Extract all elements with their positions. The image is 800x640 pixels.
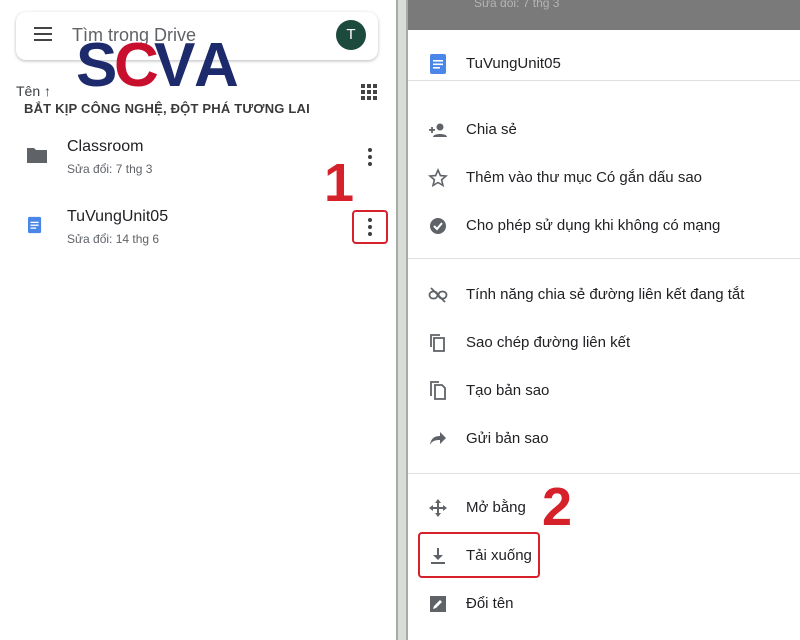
menu-item-label: Tính năng chia sẻ đường liên kết đang tắ… [466, 286, 745, 303]
menu-item-label: Sao chép đường liên kết [466, 334, 631, 351]
folder-icon [27, 148, 47, 163]
divider [408, 258, 800, 259]
send-icon [430, 432, 446, 445]
menu-item-label: Gửi bản sao [466, 430, 549, 447]
menu-item-make-copy[interactable]: Tạo bản sao [408, 369, 800, 413]
menu-item-label: Cho phép sử dụng khi không có mạng [466, 217, 721, 234]
star-icon [428, 168, 448, 188]
file-modified-date: Sửa đổi: 7 thg 3 [67, 162, 153, 176]
more-options-icon[interactable] [362, 146, 378, 168]
menu-item-label: Mở bằng [466, 499, 526, 516]
highlight-box-step-2 [418, 532, 540, 578]
offline-check-icon [430, 218, 446, 234]
highlight-box-step-1 [352, 210, 388, 244]
menu-item-rename[interactable]: Đổi tên [408, 582, 800, 626]
link-off-icon [428, 287, 448, 303]
file-name: Classroom [67, 138, 144, 155]
menu-item-label: Tạo bản sao [466, 382, 550, 399]
divider [408, 80, 800, 81]
svg-text:A: A [194, 36, 238, 94]
drive-file-list-screen: Tìm trong Drive T S C V A Tên ↑ BẮT KỊP … [0, 0, 398, 640]
svg-text:V: V [154, 36, 195, 94]
svg-text:C: C [114, 36, 158, 94]
copy-icon [430, 334, 445, 352]
menu-item-open-with[interactable]: Mở bằng [408, 486, 800, 530]
step-number-1: 1 [324, 153, 355, 213]
step-number-2: 2 [542, 477, 573, 537]
menu-item-label: Thêm vào thư mục Có gắn dấu sao [466, 169, 703, 186]
grid-view-icon[interactable] [361, 84, 379, 100]
file-modified-date: Sửa đổi: 14 thg 6 [67, 232, 160, 246]
person-add-icon [429, 123, 447, 137]
menu-item-send-copy[interactable]: Gửi bản sao [408, 417, 800, 461]
google-docs-icon [430, 54, 446, 74]
svg-text:S: S [76, 36, 115, 94]
scva-logo: S C V A [76, 36, 241, 94]
file-actions-bottom-sheet-screen: Sửa đổi: 7 thg 3 TuVungUnit05 Chia sẻ Th… [406, 0, 800, 640]
menu-item-available-offline[interactable]: Cho phép sử dụng khi không có mạng [408, 204, 800, 248]
logo-slogan: BẮT KỊP CÔNG NGHỆ, ĐỘT PHÁ TƯƠNG LAI [24, 101, 310, 116]
menu-item-label: Đổi tên [466, 595, 514, 612]
google-docs-icon [28, 216, 42, 234]
menu-item-add-starred[interactable]: Thêm vào thư mục Có gắn dấu sao [408, 156, 800, 200]
menu-item-copy-link[interactable]: Sao chép đường liên kết [408, 321, 800, 365]
file-name: TuVungUnit05 [67, 208, 169, 225]
sheet-header: TuVungUnit05 [408, 48, 800, 84]
hamburger-menu-icon[interactable] [34, 27, 54, 43]
open-with-icon [429, 499, 447, 517]
file-copy-icon [430, 381, 446, 400]
menu-item-label: Chia sẻ [466, 121, 517, 138]
menu-item-link-sharing-off[interactable]: Tính năng chia sẻ đường liên kết đang tắ… [408, 273, 800, 317]
background-file-meta: Sửa đổi: 7 thg 3 [474, 0, 560, 10]
sheet-title: TuVungUnit05 [466, 55, 561, 72]
menu-item-share[interactable]: Chia sẻ [408, 108, 800, 152]
sort-by-name-button[interactable]: Tên ↑ [16, 83, 51, 99]
divider [408, 473, 800, 474]
dimmed-background: Sửa đổi: 7 thg 3 [408, 0, 800, 30]
rename-icon [430, 596, 446, 612]
account-avatar[interactable]: T [336, 20, 366, 50]
